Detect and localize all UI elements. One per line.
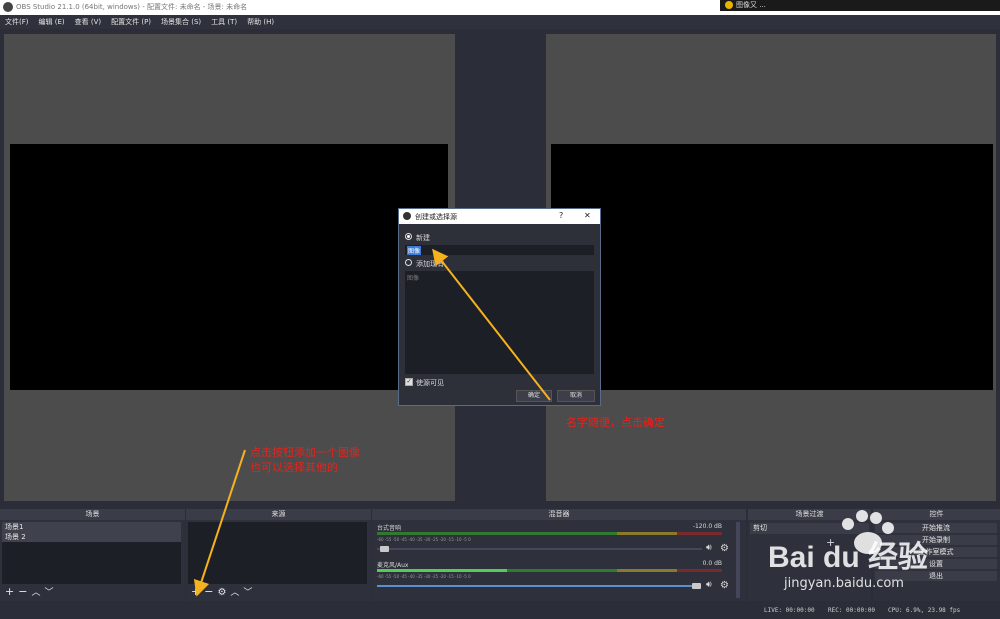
- annotation-arrows: [193, 248, 551, 597]
- arrow-to-add-button: [193, 449, 246, 597]
- annotation-dialog-hint: 名字随便，点击确定: [566, 416, 665, 429]
- arrow-to-name-field: [432, 248, 551, 401]
- annotation-add-hint: 点击按钮添加一个图像: [250, 446, 360, 459]
- annotation-add-hint-2: 也可以选择其他的: [250, 461, 338, 474]
